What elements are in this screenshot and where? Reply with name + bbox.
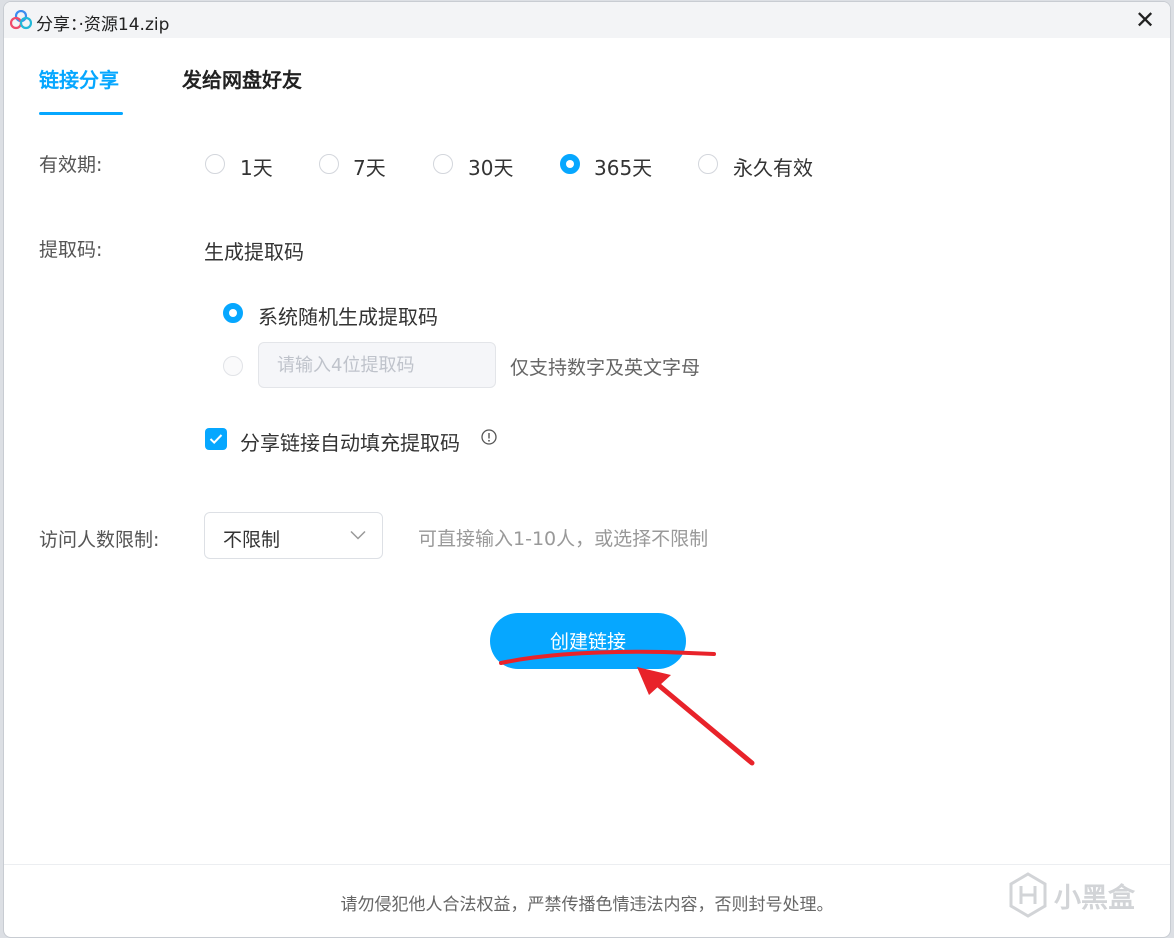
validity-option-label: 永久有效 [733,156,813,180]
xiaoheihe-watermark-icon [1009,872,1047,918]
validity-radio-permanent[interactable] [698,154,718,174]
create-link-button[interactable]: 创建链接 [490,613,686,669]
footer-notice: 请勿侵犯他人合法权益，严禁传播色情违法内容，否则封号处理。 [340,895,834,915]
footer-divider [4,864,1170,865]
random-code-radio[interactable] [223,303,243,323]
visitor-limit-label: 访问人数限制: [39,529,160,551]
visitor-limit-value: 不限制 [223,529,281,551]
tab-send-to-friends[interactable]: 发给网盘好友 [182,64,302,93]
autofill-checkbox[interactable] [205,428,227,450]
validity-radio-365-days[interactable] [560,154,580,174]
checkmark-icon [209,434,223,445]
app-logo-icon [10,10,32,30]
custom-code-hint: 仅支持数字及英文字母 [510,357,701,379]
validity-radio-1-day[interactable] [205,154,225,174]
window-title: 分享：·资源14.zip [36,15,170,35]
random-code-label: 系统随机生成提取码 [258,305,438,329]
visitor-limit-hint: 可直接输入1-10人，或选择不限制 [418,528,709,550]
red-annotation-arrow [499,649,755,766]
validity-option-label: 7天 [353,156,386,180]
custom-code-input[interactable] [258,342,496,388]
tab-link-share[interactable]: 链接分享 [39,64,123,115]
extract-code-label: 提取码: [39,239,103,261]
custom-code-radio[interactable] [223,356,243,376]
info-icon[interactable] [481,429,497,445]
validity-option-label: 1天 [240,156,273,180]
validity-radio-30-days[interactable] [433,154,453,174]
validity-option-label: 30天 [468,156,514,180]
autofill-label: 分享链接自动填充提取码 [240,431,460,455]
title-bar: 分享：·资源14.zip ✕ [4,2,1170,38]
extract-code-subtitle: 生成提取码 [204,240,304,264]
validity-option-label: 365天 [594,156,653,180]
validity-radio-7-days[interactable] [319,154,339,174]
validity-label: 有效期: [39,154,103,176]
visitor-limit-select[interactable]: 不限制 [204,512,383,559]
close-icon[interactable]: ✕ [1130,6,1160,34]
xiaoheihe-watermark: 小黑盒 [1008,870,1140,920]
chevron-down-icon [350,530,366,540]
share-dialog: 分享：·资源14.zip ✕ 链接分享 发给网盘好友 有效期: 1天 7天 30… [3,1,1171,938]
watermark-text: 小黑盒 [1054,883,1135,914]
